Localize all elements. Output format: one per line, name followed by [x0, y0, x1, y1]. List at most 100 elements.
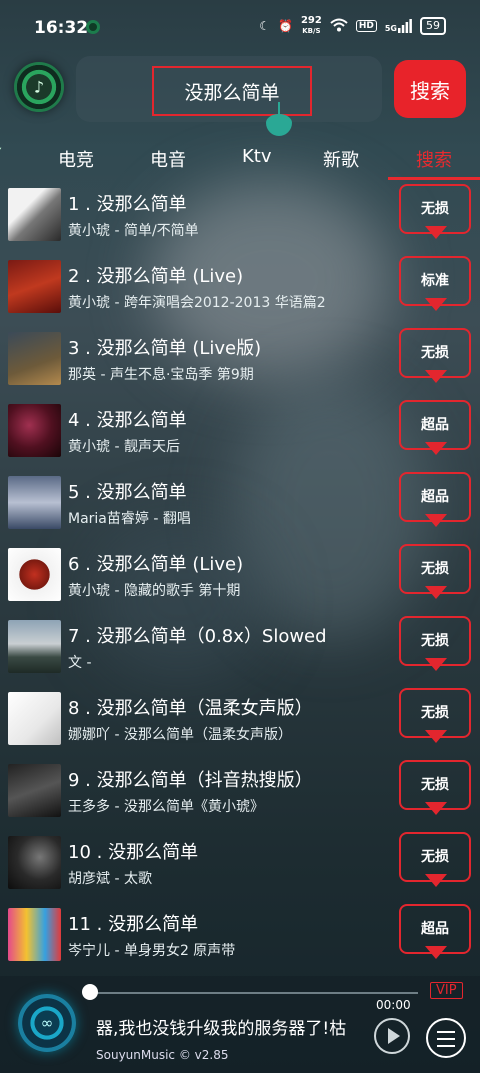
song-subtitle: Maria苗睿婷 - 翻唱 — [68, 511, 191, 527]
download-arrow-icon — [425, 370, 447, 383]
quality-badge[interactable]: 无损 — [399, 544, 471, 599]
song-subtitle: 黄小琥 - 隐藏的歌手 第十期 — [68, 583, 241, 599]
play-button[interactable] — [374, 1018, 410, 1054]
play-icon — [388, 1028, 400, 1044]
list-item[interactable]: 8 . 没那么简单（温柔女声版） 娜娜吖 - 没那么简单（温柔女声版） 无损 — [0, 688, 480, 758]
app-version: SouyunMusic © v2.85 — [96, 1048, 229, 1062]
app-logo[interactable]: ♪ — [14, 62, 64, 112]
list-item[interactable]: 9 . 没那么简单（抖音热搜版） 王多多 - 没那么简单《黄小琥》 无损 — [0, 760, 480, 830]
song-subtitle: 王多多 - 没那么简单《黄小琥》 — [68, 799, 264, 815]
menu-button[interactable] — [426, 1018, 466, 1058]
mini-player: ∞ VIP 00:00 器,我也没钱升级我的服务器了!枯 SouyunMusic… — [0, 976, 480, 1073]
search-button[interactable]: 搜索 — [394, 60, 466, 118]
progress-knob[interactable] — [82, 984, 98, 1000]
download-arrow-icon — [425, 226, 447, 239]
song-title: 1 . 没那么简单 — [68, 194, 187, 215]
status-bar: 16:32 ☾ ⏰ 292 KB/S HD 5G 59 — [0, 0, 480, 56]
song-title: 5 . 没那么简单 — [68, 482, 187, 503]
song-title: 6 . 没那么简单 (Live) — [68, 554, 244, 575]
list-item[interactable]: 7 . 没那么简单（0.8x）Slowed 文 - 无损 — [0, 616, 480, 686]
list-item[interactable]: 6 . 没那么简单 (Live) 黄小琥 - 隐藏的歌手 第十期 无损 — [0, 544, 480, 614]
album-cover — [8, 548, 61, 601]
status-icons: ☾ ⏰ 292 KB/S HD 5G 59 — [259, 16, 446, 36]
playback-time: 00:00 — [376, 998, 411, 1012]
song-subtitle: 岑宁儿 - 单身男女2 原声带 — [68, 943, 236, 959]
album-cover — [8, 620, 61, 673]
player-disc[interactable]: ∞ — [18, 994, 76, 1052]
hd-icon: HD — [355, 20, 377, 32]
download-arrow-icon — [425, 442, 447, 455]
app-notification-icon — [86, 20, 100, 34]
category-tabs: ˇ 电竞 电音 Ktv 新歌 搜索 — [0, 136, 480, 180]
tab-electronic[interactable]: 电音 — [150, 146, 186, 172]
list-item[interactable]: 1 . 没那么简单 黄小琥 - 简单/不简单 无损 — [0, 184, 480, 254]
album-cover — [8, 404, 61, 457]
status-time: 16:32 — [34, 18, 89, 38]
download-arrow-icon — [425, 298, 447, 311]
list-item[interactable]: 5 . 没那么简单 Maria苗睿婷 - 翻唱 超品 — [0, 472, 480, 542]
download-arrow-icon — [425, 658, 447, 671]
quality-badge[interactable]: 无损 — [399, 688, 471, 743]
tab-edge-fragment: ˇ — [0, 146, 3, 167]
album-cover — [8, 692, 61, 745]
album-cover — [8, 260, 61, 313]
quality-badge[interactable]: 无损 — [399, 328, 471, 383]
download-arrow-icon — [425, 946, 447, 959]
tab-new-songs[interactable]: 新歌 — [323, 146, 359, 172]
song-subtitle: 那英 - 声生不息·宝岛季 第9期 — [68, 367, 254, 383]
list-item[interactable]: 4 . 没那么简单 黄小琥 - 靓声天后 超品 — [0, 400, 480, 470]
music-note-icon: ♪ — [33, 77, 45, 97]
list-item[interactable]: 10 . 没那么简单 胡彦斌 - 太歌 无损 — [0, 832, 480, 902]
song-title: 4 . 没那么简单 — [68, 410, 187, 431]
quality-badge[interactable]: 超品 — [399, 400, 471, 455]
download-arrow-icon — [425, 874, 447, 887]
album-cover — [8, 476, 61, 529]
download-arrow-icon — [425, 802, 447, 815]
active-tab-indicator — [388, 177, 480, 180]
song-subtitle: 黄小琥 - 跨年演唱会2012-2013 华语篇2 — [68, 295, 326, 311]
quality-badge[interactable]: 无损 — [399, 832, 471, 887]
album-cover — [8, 188, 61, 241]
album-cover — [8, 836, 61, 889]
search-bar — [76, 56, 382, 136]
list-item[interactable]: 2 . 没那么简单 (Live) 黄小琥 - 跨年演唱会2012-2013 华语… — [0, 256, 480, 326]
wifi-icon — [330, 18, 348, 35]
song-title: 8 . 没那么简单（温柔女声版） — [68, 698, 313, 719]
tab-ktv[interactable]: Ktv — [242, 146, 272, 167]
menu-icon — [437, 1031, 455, 1033]
download-arrow-icon — [425, 586, 447, 599]
list-item[interactable]: 3 . 没那么简单 (Live版) 那英 - 声生不息·宝岛季 第9期 无损 — [0, 328, 480, 398]
signal-icon: 5G — [385, 19, 412, 33]
alarm-icon: ⏰ — [278, 19, 293, 33]
quality-badge[interactable]: 无损 — [399, 616, 471, 671]
song-title: 7 . 没那么简单（0.8x）Slowed — [68, 626, 327, 647]
song-title: 3 . 没那么简单 (Live版) — [68, 338, 262, 359]
quality-badge[interactable]: 超品 — [399, 472, 471, 527]
vip-badge[interactable]: VIP — [430, 982, 463, 999]
moon-icon: ☾ — [259, 19, 271, 33]
song-subtitle: 胡彦斌 - 太歌 — [68, 871, 152, 887]
download-arrow-icon — [425, 514, 447, 527]
song-subtitle: 文 - — [68, 655, 92, 671]
infinity-icon: ∞ — [40, 1014, 54, 1032]
quality-badge[interactable]: 无损 — [399, 184, 471, 239]
quality-badge[interactable]: 超品 — [399, 904, 471, 959]
quality-badge[interactable]: 标准 — [399, 256, 471, 311]
now-playing-marquee: 器,我也没钱升级我的服务器了!枯 — [96, 1019, 347, 1039]
net-speed: 292 KB/S — [300, 15, 322, 36]
tab-esports[interactable]: 电竞 — [58, 146, 94, 172]
cursor-handle-icon[interactable] — [266, 102, 292, 136]
song-subtitle: 黄小琥 - 靓声天后 — [68, 439, 180, 455]
tab-search[interactable]: 搜索 — [416, 146, 452, 172]
song-title: 10 . 没那么简单 — [68, 842, 199, 863]
list-item[interactable]: 11 . 没那么简单 岑宁儿 - 单身男女2 原声带 超品 — [0, 904, 480, 974]
song-title: 9 . 没那么简单（抖音热搜版） — [68, 770, 313, 791]
album-cover — [8, 764, 61, 817]
quality-badge[interactable]: 无损 — [399, 760, 471, 815]
progress-bar[interactable] — [88, 992, 418, 994]
song-title: 2 . 没那么简单 (Live) — [68, 266, 244, 287]
album-cover — [8, 332, 61, 385]
song-subtitle: 黄小琥 - 简单/不简单 — [68, 223, 199, 239]
album-cover — [8, 908, 61, 961]
battery-icon: 59 — [420, 17, 446, 35]
